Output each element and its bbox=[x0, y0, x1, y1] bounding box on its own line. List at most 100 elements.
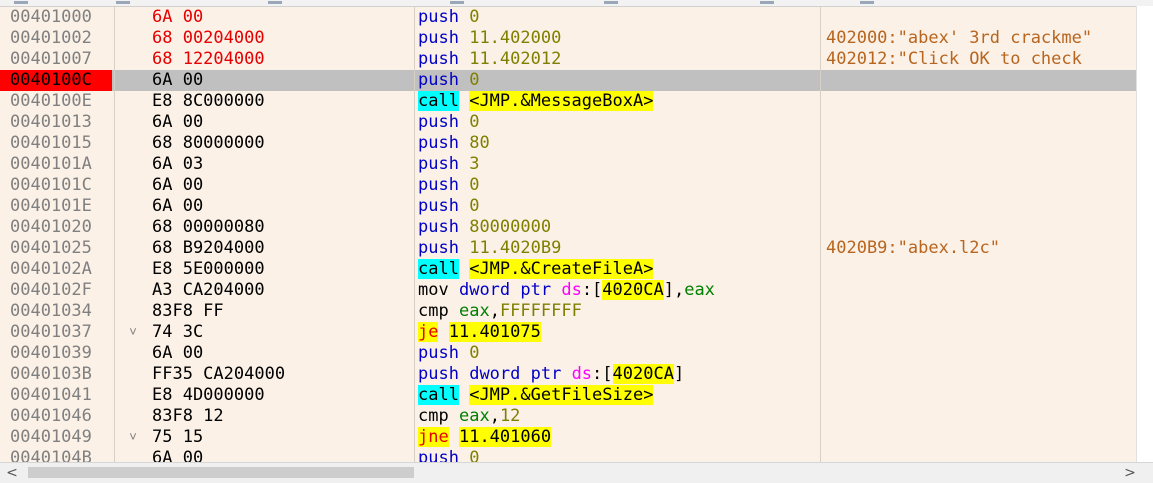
mnemonic: mov bbox=[418, 280, 449, 300]
comment bbox=[826, 385, 1136, 406]
instruction-row[interactable]: 00401037 ˅ 74 3C je 11.401075 bbox=[0, 322, 1136, 343]
instruction-row[interactable]: 00401034 83F8 FF cmp eax,FFFFFFFF bbox=[0, 301, 1136, 322]
instruction-row[interactable]: 00401020 68 00000080 push 80000000 bbox=[0, 217, 1136, 238]
instruction-row[interactable]: 00401039 6A 00 push 0 bbox=[0, 343, 1136, 364]
opcode-bytes: E8 5E000000 bbox=[152, 259, 265, 279]
address: 00401049 bbox=[10, 427, 92, 447]
instruction-row[interactable]: 00401049 ˅ 75 15 jne 11.401060 bbox=[0, 427, 1136, 448]
mnemonic: call bbox=[418, 385, 459, 405]
mnemonic: push bbox=[418, 70, 459, 90]
disassembly: push 11.4020B9 bbox=[418, 238, 818, 259]
operand: eax bbox=[458, 406, 490, 426]
disassembly: push 3 bbox=[418, 154, 818, 175]
address: 00401041 bbox=[10, 385, 92, 405]
address: 0040100E bbox=[10, 91, 92, 111]
instruction-row[interactable]: 0040101E 6A 00 push 0 bbox=[0, 196, 1136, 217]
disassembly: cmp eax,12 bbox=[418, 406, 818, 427]
instruction-row[interactable]: 0040104B 6A 00 push 0 bbox=[0, 448, 1136, 462]
header-tick bbox=[268, 1, 282, 4]
operand: 80 bbox=[469, 133, 490, 153]
column-separator bbox=[820, 6, 821, 462]
operand: 11.401060 bbox=[458, 427, 552, 447]
comment: 402000:"abex' 3rd crackme" bbox=[826, 28, 1093, 48]
address: 00401002 bbox=[10, 28, 92, 48]
operand: <JMP.&GetFileSize> bbox=[469, 385, 654, 405]
header-tick bbox=[604, 1, 618, 4]
address: 0040101A bbox=[10, 154, 92, 174]
mnemonic: push bbox=[418, 217, 459, 237]
mnemonic: push bbox=[418, 343, 459, 363]
instruction-row[interactable]: 00401013 6A 00 push 0 bbox=[0, 112, 1136, 133]
instruction-row[interactable]: 00401007 68 12204000 push 11.402012 402012:… bbox=[0, 49, 1136, 70]
address: 00401037 bbox=[10, 322, 92, 342]
vertical-scrollbar[interactable] bbox=[1136, 6, 1153, 462]
instruction-row[interactable]: 0040102A E8 5E000000 call <JMP.&CreateFile… bbox=[0, 259, 1136, 280]
instruction-row[interactable]: 0040101A 6A 03 push 3 bbox=[0, 154, 1136, 175]
instruction-row[interactable]: 0040103B FF35 CA204000 push dword ptr ds:[… bbox=[0, 364, 1136, 385]
mnemonic: push bbox=[418, 175, 459, 195]
column-separator bbox=[414, 6, 415, 462]
comment bbox=[826, 364, 1136, 385]
comment bbox=[826, 322, 1136, 343]
address: 0040100C bbox=[0, 70, 112, 91]
opcode-bytes: 75 15 bbox=[152, 427, 204, 447]
comment bbox=[826, 112, 1136, 133]
instruction-row[interactable]: 0040100C 6A 00 push 0 bbox=[0, 70, 1136, 91]
mnemonic: call bbox=[418, 91, 459, 111]
instruction-row[interactable]: 00401041 E8 4D000000 call <JMP.&GetFileSiz… bbox=[0, 385, 1136, 406]
operand: eax bbox=[458, 301, 490, 321]
address: 00401025 bbox=[10, 238, 92, 258]
comment: 4020B9:"abex.l2c" bbox=[826, 238, 1000, 258]
header-tick bbox=[116, 1, 130, 4]
instruction-row[interactable]: 00401046 83F8 12 cmp eax,12 bbox=[0, 406, 1136, 427]
address: 00401039 bbox=[10, 343, 92, 363]
operand: dword ptr bbox=[469, 364, 572, 384]
comment bbox=[826, 70, 1136, 91]
operand: ds bbox=[571, 364, 593, 384]
jump-arrow-icon: ˅ bbox=[129, 325, 137, 340]
scroll-left-icon[interactable]: < bbox=[4, 464, 20, 482]
comment bbox=[826, 343, 1136, 364]
disassembly: push dword ptr ds:[4020CA] bbox=[418, 364, 818, 385]
operand: 0 bbox=[469, 7, 480, 27]
disassembly-view[interactable]: 00401000 6A 00 push 0 00401002 68 00204000 pu… bbox=[0, 6, 1136, 462]
comment bbox=[826, 217, 1136, 238]
operand: :[ bbox=[581, 280, 603, 300]
disassembly: call <JMP.&GetFileSize> bbox=[418, 385, 818, 406]
instruction-row[interactable]: 00401025 68 B9204000 push 11.4020B9 4020B9:… bbox=[0, 238, 1136, 259]
instruction-row[interactable]: 0040102F A3 CA204000 mov dword ptr ds:[402… bbox=[0, 280, 1136, 301]
operand: 0 bbox=[469, 343, 480, 363]
comment bbox=[826, 196, 1136, 217]
instruction-row[interactable]: 00401015 68 80000000 push 80 bbox=[0, 133, 1136, 154]
opcode-bytes: E8 4D000000 bbox=[152, 385, 265, 405]
disassembly: push 0 bbox=[418, 175, 818, 196]
address: 00401015 bbox=[10, 133, 92, 153]
operand: <JMP.&CreateFileA> bbox=[469, 259, 654, 279]
operand: <JMP.&MessageBoxA> bbox=[469, 91, 654, 111]
header-tick bbox=[760, 1, 774, 4]
operand: 3 bbox=[469, 154, 480, 174]
scrollbar-thumb[interactable] bbox=[28, 467, 414, 478]
operand: eax bbox=[684, 280, 715, 300]
opcode-bytes: 74 3C bbox=[152, 322, 204, 342]
mnemonic: push bbox=[418, 364, 459, 384]
mnemonic: cmp bbox=[418, 301, 449, 321]
mnemonic: push bbox=[418, 28, 459, 48]
mnemonic: call bbox=[418, 259, 459, 279]
opcode-bytes: 83F8 12 bbox=[152, 406, 224, 426]
opcode-bytes: 6A 00 bbox=[152, 196, 204, 216]
instruction-row[interactable]: 00401000 6A 00 push 0 bbox=[0, 7, 1136, 28]
scroll-right-icon[interactable]: > bbox=[1122, 464, 1138, 482]
horizontal-scrollbar[interactable]: < > bbox=[0, 462, 1153, 483]
disassembly: push 11.402000 bbox=[418, 28, 818, 49]
address: 0040102F bbox=[10, 280, 92, 300]
operand: 11.402000 bbox=[469, 28, 562, 48]
comment bbox=[826, 301, 1136, 322]
operand: 0 bbox=[469, 175, 480, 195]
jump-arrow-icon: ˅ bbox=[129, 430, 137, 445]
instruction-row[interactable]: 00401002 68 00204000 push 11.402000 402000:… bbox=[0, 28, 1136, 49]
instruction-row[interactable]: 0040101C 6A 00 push 0 bbox=[0, 175, 1136, 196]
opcode-bytes: 68 12204000 bbox=[152, 49, 265, 69]
instruction-row[interactable]: 0040100E E8 8C000000 call <JMP.&MessageBox… bbox=[0, 91, 1136, 112]
disassembly: push 11.402012 bbox=[418, 49, 818, 70]
